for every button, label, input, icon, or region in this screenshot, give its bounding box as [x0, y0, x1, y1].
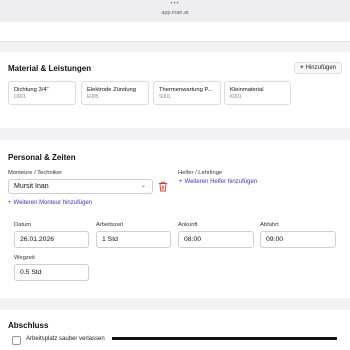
plus-icon: + — [8, 200, 12, 206]
helfer-label: Helfer / Lehrlinge — [178, 170, 223, 176]
material-section: Material & Leistungen + Hinzufügen Dichtu… — [0, 52, 350, 128]
personal-section: Personal & Zeiten Monteure / Techniker M… — [0, 140, 350, 298]
monteure-label: Monteure / Techniker — [8, 170, 63, 176]
abfahrt-label: Abfahrt — [260, 222, 279, 228]
datum-label: Datum — [14, 222, 32, 228]
material-section-title: Material & Leistungen — [8, 64, 92, 73]
chevron-down-icon: ⌄ — [140, 183, 146, 189]
material-item-name: Elektrode Zündung — [87, 87, 136, 93]
wegzeit-input[interactable]: 0.5 Std — [14, 264, 89, 281]
browser-menu-dots[interactable]: ••• — [0, 1, 350, 7]
personal-section-title: Personal & Zeiten — [8, 153, 76, 162]
material-item-code: K001 — [230, 94, 242, 100]
material-item-code: S001 — [159, 94, 171, 100]
material-item-name: Kleinmaterial — [230, 87, 264, 93]
plus-icon: + — [179, 179, 183, 185]
monteur-select[interactable]: Mursit Inan ⌄ — [8, 179, 153, 194]
add-monteur-label: Weiteren Monteur hinzufügen — [13, 200, 93, 206]
monteur-select-value: Mursit Inan — [14, 183, 49, 190]
abschluss-section-title: Abschluss — [8, 321, 49, 330]
plus-icon: + — [300, 65, 304, 71]
material-item[interactable]: Dichtung 3/4" D001 — [8, 81, 76, 105]
add-monteur-link[interactable]: + Weiteren Monteur hinzufügen — [8, 200, 92, 206]
datum-input[interactable]: 26.01.2026 — [14, 231, 89, 248]
arbeitsplatz-checkbox[interactable] — [12, 336, 21, 345]
arbeitszeit-input[interactable]: 1 Std — [96, 231, 171, 248]
material-item-code: D001 — [14, 94, 26, 100]
redaction-bar — [112, 337, 337, 340]
material-item[interactable]: Kleinmaterial K001 — [224, 81, 291, 105]
ankunft-label: Ankunft — [178, 222, 198, 228]
add-material-button[interactable]: + Hinzufügen — [294, 62, 342, 74]
previous-section-card — [0, 22, 350, 42]
material-item-name: Thermenwartung P... — [159, 87, 213, 93]
trash-icon[interactable] — [158, 181, 168, 192]
abschluss-section: Abschluss Arbeitsplatz sauber verlassen — [0, 310, 350, 350]
abfahrt-input[interactable]: 09:00 — [260, 231, 336, 248]
material-item-code: E005 — [87, 94, 99, 100]
material-item[interactable]: Elektrode Zündung E005 — [81, 81, 149, 105]
browser-url[interactable]: app.inan.at — [0, 9, 350, 17]
arbeitsplatz-checkbox-label: Arbeitsplatz sauber verlassen — [26, 336, 105, 342]
material-item[interactable]: Thermenwartung P... S001 — [153, 81, 221, 105]
add-material-label: Hinzufügen — [305, 65, 336, 71]
add-helfer-link[interactable]: + Weiteren Helfer hinzufügen — [179, 179, 257, 185]
browser-bar: ••• app.inan.at — [0, 0, 350, 22]
ankunft-input[interactable]: 08:00 — [178, 231, 254, 248]
add-helfer-label: Weiteren Helfer hinzufügen — [184, 179, 258, 185]
arbeitszeit-label: Arbeitszeit — [96, 222, 124, 228]
material-item-name: Dichtung 3/4" — [14, 87, 49, 93]
wegzeit-label: Wegzeit — [14, 255, 35, 261]
